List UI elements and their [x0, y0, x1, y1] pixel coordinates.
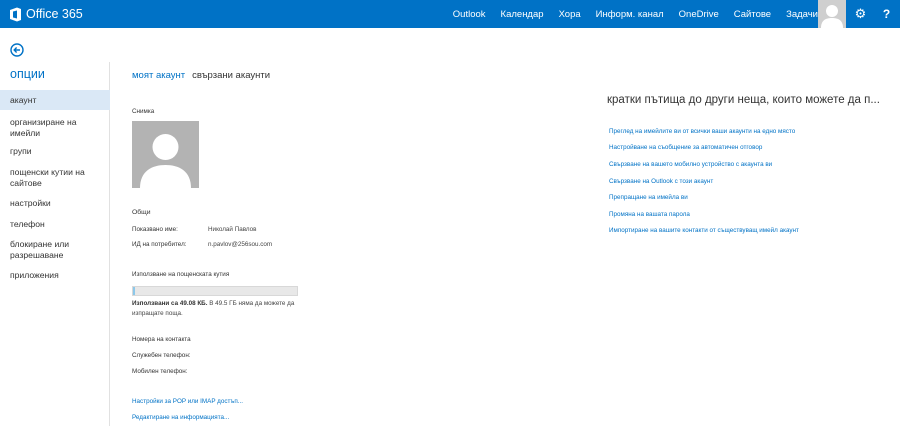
shortcuts-title: кратки пътища до други неща, които может…: [607, 94, 880, 106]
avatar-person-icon: [818, 0, 846, 28]
sidebar-item-block-allow[interactable]: блокиране или разрешаване: [0, 239, 110, 263]
tab-connected-accounts[interactable]: свързани акаунти: [192, 70, 270, 81]
shortcut-import-contacts-link[interactable]: Импортиране на вашите контакти от същест…: [609, 227, 799, 234]
mailbox-usage-label: Използване на пощенската кутия: [132, 271, 230, 278]
sidebar-item-settings[interactable]: настройки: [0, 198, 110, 212]
settings-gear-icon[interactable]: ⚙: [848, 0, 873, 28]
contact-numbers-label: Номера на контакта: [132, 336, 191, 343]
usage-bold-text: Използвани са 49.08 КБ.: [132, 300, 208, 307]
user-id-value: n.pavlov@256sou.com: [208, 241, 273, 248]
top-bar: Office 365 Outlook Календар Хора Информ.…: [0, 0, 900, 28]
shortcut-auto-reply-link[interactable]: Настройване на съобщение за автоматичен …: [609, 144, 762, 151]
options-title: опции: [10, 67, 45, 81]
back-arrow-icon[interactable]: [10, 43, 24, 57]
office365-logo[interactable]: Office 365: [9, 6, 83, 22]
sidebar-item-phone[interactable]: телефон: [0, 219, 110, 233]
nav-newsfeed[interactable]: Информ. канал: [596, 9, 664, 20]
general-section-label: Общи: [132, 209, 151, 216]
photo-label: Снимка: [132, 108, 155, 115]
display-name-value: Николай Павлов: [208, 226, 257, 233]
shortcut-connect-mobile-link[interactable]: Свързване на вашето мобилно устройство с…: [609, 161, 772, 168]
shortcut-forward-email-link[interactable]: Препращане на имейла ви: [609, 194, 688, 201]
office-logo-icon: [9, 7, 22, 22]
account-tabs: моят акаунт свързани акаунти: [132, 70, 270, 81]
brand-name: Office 365: [26, 7, 83, 21]
mobile-phone-label: Мобилен телефон:: [132, 368, 188, 375]
mailbox-usage-fill: [133, 287, 135, 295]
profile-photo[interactable]: [132, 121, 199, 188]
sidebar-item-account[interactable]: акаунт: [0, 90, 110, 110]
display-name-label: Показвано име:: [132, 226, 178, 233]
shortcut-connect-outlook-link[interactable]: Свързване на Outlook с този акаунт: [609, 178, 713, 185]
nav-onedrive[interactable]: OneDrive: [679, 9, 719, 20]
work-phone-label: Служебен телефон:: [132, 352, 191, 359]
sidebar-item-apps[interactable]: приложения: [0, 270, 110, 284]
tab-my-account[interactable]: моят акаунт: [132, 70, 185, 81]
shortcut-change-password-link[interactable]: Промяна на вашата парола: [609, 211, 690, 218]
user-avatar[interactable]: [818, 0, 846, 28]
sidebar-item-site-mailboxes[interactable]: пощенски кутии на сайтове: [0, 167, 110, 191]
pop-imap-settings-link[interactable]: Настройки за POP или IMAP достъп...: [132, 398, 243, 405]
sidebar: акаунт организиране на имейли групи поще…: [0, 90, 110, 284]
nav-outlook[interactable]: Outlook: [453, 9, 486, 20]
mailbox-usage-text: Използвани са 49.08 КБ. В 49.5 ГБ няма д…: [132, 299, 302, 318]
person-silhouette-icon: [132, 121, 199, 188]
shortcut-view-all-accounts-link[interactable]: Преглед на имейлите ви от всички ваши ак…: [609, 128, 795, 135]
nav-people[interactable]: Хора: [559, 9, 581, 20]
nav-calendar[interactable]: Календар: [501, 9, 544, 20]
sidebar-item-groups[interactable]: групи: [0, 146, 110, 160]
user-id-label: ИД на потребител:: [132, 241, 187, 248]
top-nav: Outlook Календар Хора Информ. канал OneD…: [438, 0, 818, 28]
nav-sites[interactable]: Сайтове: [734, 9, 771, 20]
help-icon[interactable]: ?: [873, 0, 900, 28]
edit-information-link[interactable]: Редактиране на информацията...: [132, 414, 229, 421]
nav-tasks[interactable]: Задачи: [786, 9, 818, 20]
mailbox-usage-bar: [132, 286, 298, 296]
sidebar-item-organize-email[interactable]: организиране на имейли: [0, 117, 110, 141]
